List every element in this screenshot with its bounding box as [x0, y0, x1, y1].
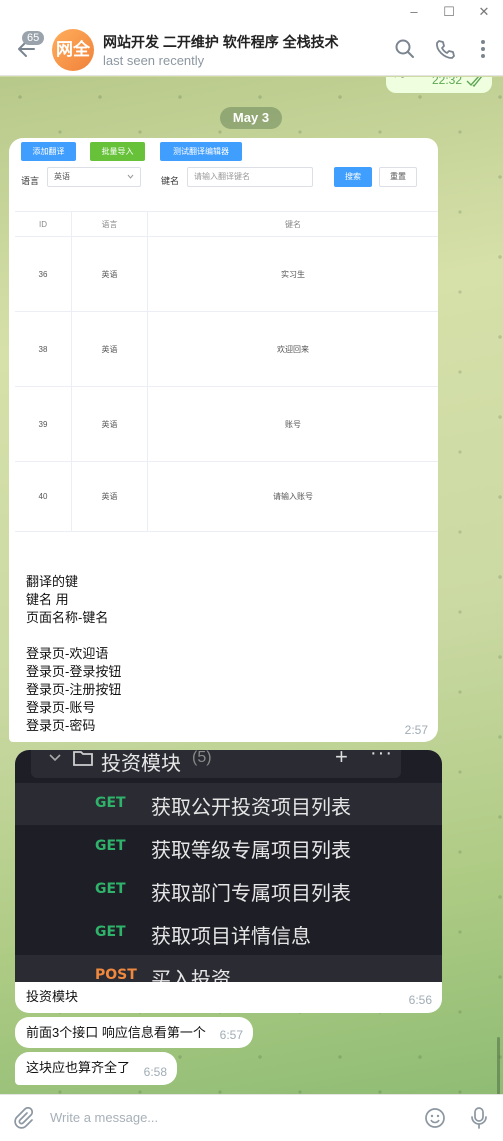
incoming-message[interactable]: 前面3个接口 响应信息看第一个 6:57 [15, 1017, 253, 1048]
batch-import-button: 批量导入 [90, 142, 145, 161]
add-icon: + [335, 750, 348, 769]
cell-key: 实习生 [281, 269, 305, 279]
more-options-icon[interactable] [472, 38, 494, 60]
chat-header: 65 网全 网站开发 二开维护 软件程序 全栈技术 last seen rece… [0, 24, 503, 76]
date-separator: May 3 [220, 107, 282, 129]
outgoing-message[interactable]: 对 22:32 [386, 77, 492, 93]
cell-language: 英语 [72, 237, 148, 311]
message-text: 翻译的键 键名 用 页面名称-键名 登录页-欢迎语 登录页-登录按钮 登录页-注… [26, 574, 122, 733]
photo-attachment[interactable]: 添加翻译 批量导入 测试翻译编辑器 语言 英语 键名 请输入翻译键名 搜索 重置… [15, 138, 438, 532]
method-badge: GET [95, 881, 126, 897]
method-badge: POST [95, 967, 137, 982]
chevron-down-icon [127, 174, 134, 179]
message-time: 2:57 [404, 723, 428, 737]
message-text: 这块应也算齐全了 [26, 1060, 131, 1075]
chat-status: last seen recently [103, 53, 205, 68]
cell-key: 账号 [285, 419, 301, 429]
window-titlebar: – ☐ ✕ [0, 0, 503, 24]
table-header-row: ID 语言 键名 [15, 212, 438, 237]
column-header-key: 键名 [285, 219, 301, 229]
unread-count-badge: 65 [22, 31, 45, 45]
cell-key: 欢迎回来 [277, 344, 309, 354]
language-select-value: 英语 [54, 172, 70, 181]
message-text: 投资模块 [26, 989, 79, 1004]
method-badge: GET [95, 838, 126, 854]
message-text: 对 [394, 77, 406, 80]
add-translation-button: 添加翻译 [21, 142, 76, 161]
message-time: 22:32 [431, 77, 462, 87]
folder-count: (5) [192, 750, 212, 766]
cell-id: 36 [15, 237, 72, 311]
emoji-icon[interactable] [424, 1107, 446, 1129]
avatar[interactable]: 网全 [52, 29, 94, 71]
attach-icon[interactable] [12, 1107, 34, 1129]
more-icon: ··· [370, 750, 393, 764]
close-button[interactable]: ✕ [472, 2, 496, 22]
cell-language: 英语 [72, 462, 148, 531]
table-row: 40 英语 请输入账号 [15, 462, 438, 532]
cell-id: 38 [15, 312, 72, 386]
message-input[interactable]: Write a message... [50, 1110, 158, 1125]
endpoint-name: 获取部门专属项目列表 [151, 883, 351, 905]
language-select: 英语 [47, 167, 141, 187]
chat-scrollbar[interactable] [497, 1037, 500, 1094]
key-label: 键名 [161, 176, 180, 186]
endpoint-row: GET 获取公开投资项目列表 [15, 783, 442, 825]
endpoint-row: POST 买入投资 [15, 955, 442, 982]
search-button: 搜索 [334, 167, 372, 187]
endpoint-name: 获取项目详情信息 [151, 926, 311, 948]
search-icon[interactable] [394, 38, 416, 60]
folder-name: 投资模块 [101, 753, 181, 775]
chevron-down-icon [49, 754, 61, 762]
endpoint-row: GET 获取部门专属项目列表 [15, 869, 442, 911]
table-row: 39 英语 账号 [15, 387, 438, 462]
method-badge: GET [95, 795, 126, 811]
column-header-id: ID [15, 212, 72, 236]
cell-id: 39 [15, 387, 72, 461]
microphone-icon[interactable] [468, 1106, 490, 1130]
photo-attachment[interactable]: 投资模块 (5) + ··· GET 获取公开投资项目列表 GET 获取等级专属… [15, 750, 442, 982]
minimize-button[interactable]: – [402, 2, 426, 22]
table-row: 38 英语 欢迎回来 [15, 312, 438, 387]
endpoint-name: 获取等级专属项目列表 [151, 840, 351, 862]
test-editor-button: 测试翻译编辑器 [160, 142, 242, 161]
cell-language: 英语 [72, 312, 148, 386]
message-text: 前面3个接口 响应信息看第一个 [26, 1025, 206, 1040]
message-time: 6:57 [219, 1028, 243, 1042]
endpoint-row: GET 获取等级专属项目列表 [15, 826, 442, 868]
cell-language: 英语 [72, 387, 148, 461]
folder-icon [73, 751, 93, 766]
read-checkmarks-icon [466, 77, 483, 87]
column-header-language: 语言 [72, 212, 148, 236]
reset-button: 重置 [379, 167, 417, 187]
cell-key: 请输入账号 [273, 492, 313, 501]
message-time: 6:58 [143, 1065, 167, 1079]
maximize-button[interactable]: ☐ [437, 2, 461, 22]
chat-title[interactable]: 网站开发 二开维护 软件程序 全栈技术 [103, 32, 339, 52]
message-time: 6:56 [408, 993, 432, 1007]
endpoint-name: 获取公开投资项目列表 [151, 797, 351, 819]
key-input: 请输入翻译键名 [187, 167, 313, 187]
endpoint-row: GET 获取项目详情信息 [15, 912, 442, 954]
table-row: 36 英语 实习生 [15, 237, 438, 312]
message-composer: Write a message... [0, 1094, 503, 1141]
phone-icon[interactable] [434, 38, 456, 60]
chat-history[interactable]: 对 22:32 May 3 翻译的键 键名 用 页面名称-键名 登录页-欢迎语 … [0, 77, 503, 1094]
method-badge: GET [95, 924, 126, 940]
incoming-message[interactable]: 这块应也算齐全了 6:58 [15, 1052, 177, 1085]
translation-table: ID 语言 键名 36 英语 实习生 38 英语 欢迎回来 39 英语 账号 4… [15, 211, 438, 532]
cell-id: 40 [15, 462, 72, 531]
language-label: 语言 [21, 176, 40, 186]
endpoint-name: 买入投资 [151, 969, 231, 982]
